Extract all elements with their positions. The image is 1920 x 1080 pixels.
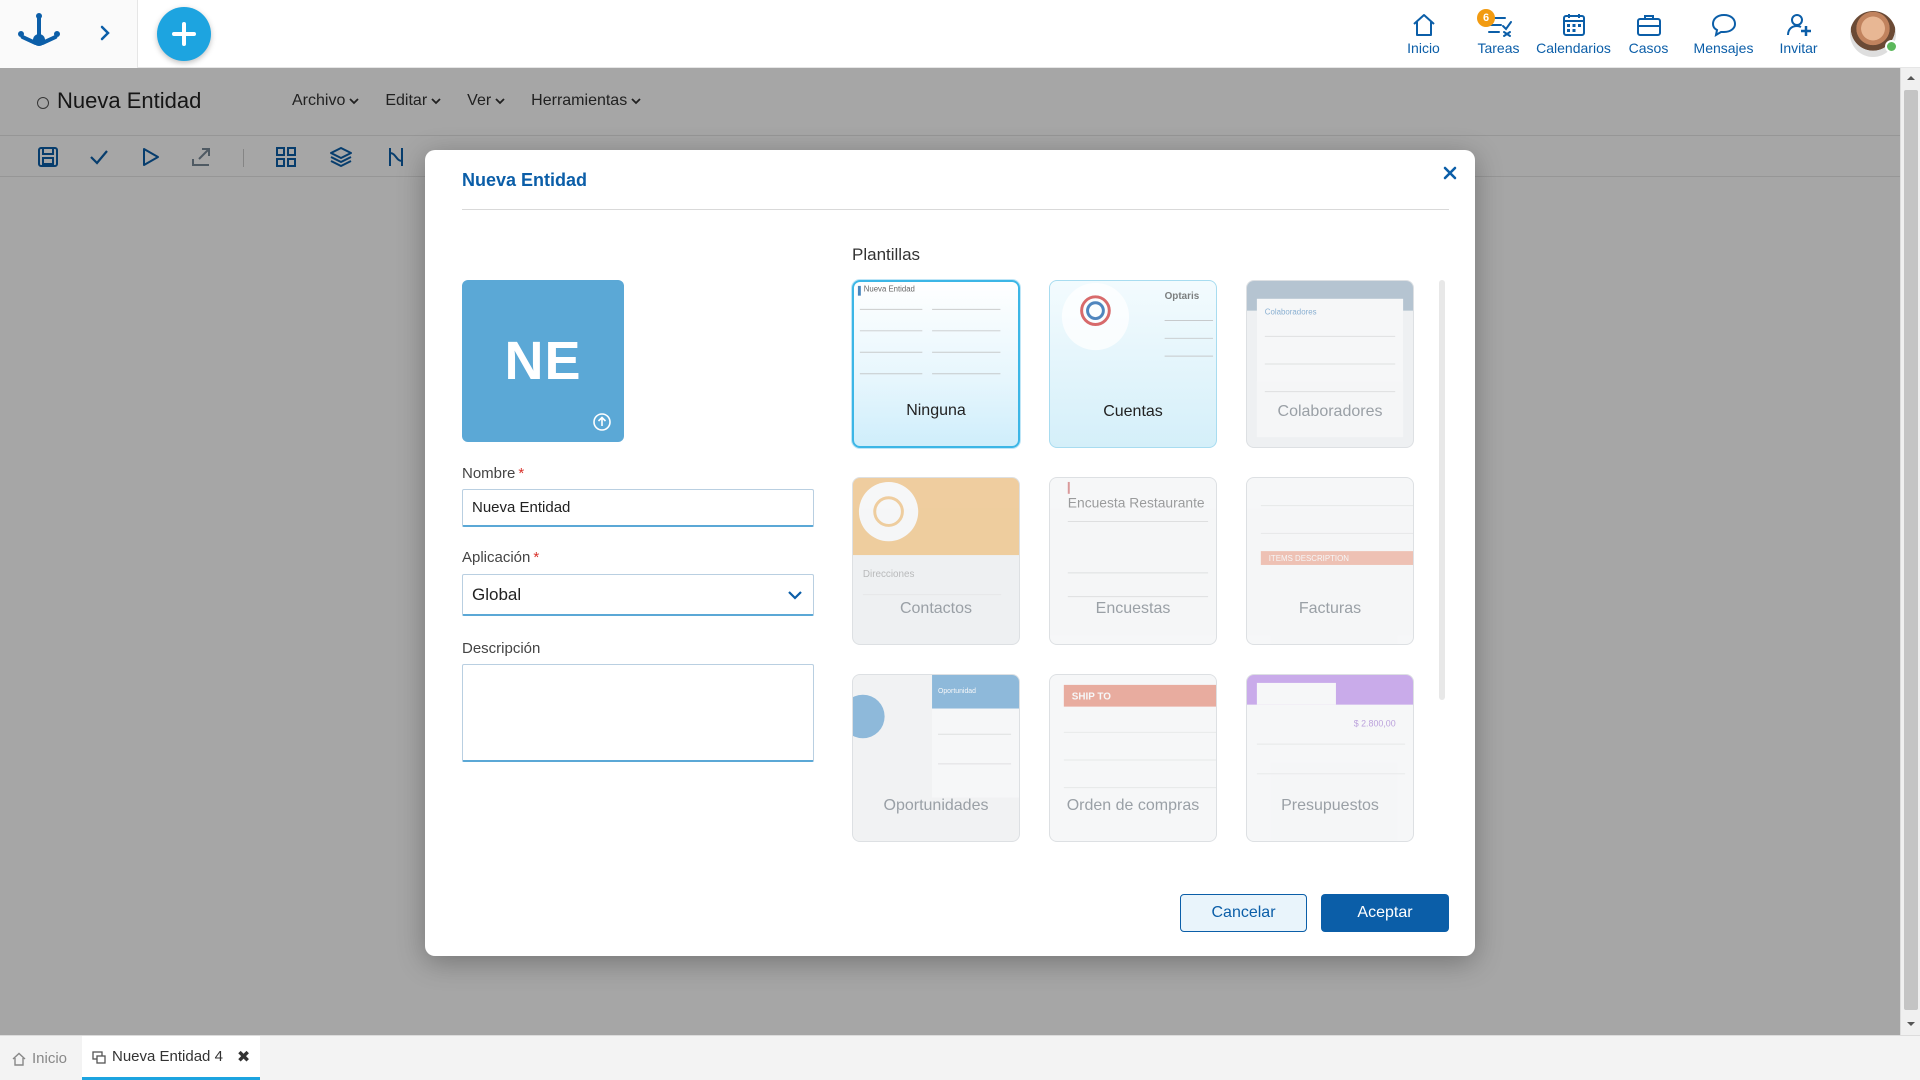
tasks-badge: 6 [1477,9,1495,27]
svg-text:ITEMS DESCRIPTION: ITEMS DESCRIPTION [1269,554,1350,563]
template-presupuestos[interactable]: $ 2.800,00 Presupuestos [1246,674,1414,842]
template-preview: Encuesta Restaurante [1050,478,1216,644]
accept-button[interactable]: Aceptar [1321,894,1449,932]
nav-invitar[interactable]: Invitar [1761,0,1836,68]
templates-heading: Plantillas [852,245,921,264]
svg-text:Optaris: Optaris [1165,291,1200,302]
template-preview: Optaris [1061,282,1214,357]
template-preview: ITEMS DESCRIPTION [1247,478,1413,644]
name-value: Nueva Entidad [472,499,571,516]
template-preview: Oportunidad [853,675,1019,841]
template-orden-de-compras[interactable]: SHIP TO Orden de compras [1049,674,1217,842]
template-encuestas[interactable]: Encuesta Restaurante Encuestas [1049,477,1217,645]
svg-text:Colaboradores: Colaboradores [1265,308,1317,317]
description-field[interactable] [462,664,814,762]
home-icon [12,1052,26,1066]
top-header: Inicio 6 Tareas Calendarios Casos Mensaj… [0,0,1920,68]
expand-chevron-icon[interactable] [94,22,116,44]
add-user-icon [1786,14,1811,36]
template-colaboradores[interactable]: Colaboradores Colaboradores [1246,280,1414,448]
template-preview: $ 2.800,00 [1247,675,1413,841]
nav-label: Mensajes [1693,40,1754,56]
nav-label: Tareas [1477,40,1520,56]
templates-scrollbar[interactable] [1439,280,1445,700]
entity-icon [92,1050,106,1064]
entity-avatar[interactable]: NE [462,280,624,442]
svg-text:$ 2.800,00: $ 2.800,00 [1354,718,1396,728]
application-label: Aplicación * [462,549,540,566]
close-icon[interactable] [1439,162,1461,184]
svg-text:SHIP TO: SHIP TO [1072,692,1111,703]
template-label: Encuestas [1095,600,1171,617]
scroll-down-icon[interactable] [1905,1018,1917,1030]
template-label: Oportunidades [883,797,989,814]
nav-label: Casos [1628,40,1669,56]
chat-icon [1711,13,1736,38]
template-label: Ninguna [906,402,966,419]
name-field[interactable]: Nueva Entidad [462,489,814,527]
template-label: Orden de compras [1066,797,1200,814]
dialog-title: Nueva Entidad [462,170,588,190]
template-preview: Colaboradores [1247,281,1413,438]
description-label: Descripción [462,640,541,657]
user-avatar[interactable] [1850,11,1898,57]
nav-inicio[interactable]: Inicio [1386,0,1461,68]
svg-text:Encuesta Restaurante: Encuesta Restaurante [1068,495,1205,511]
plus-icon [172,22,196,46]
tab-inicio[interactable]: Inicio [12,1036,67,1080]
bottom-tabbar: Inicio Nueva Entidad 4 ✖ [0,1035,1920,1080]
nav-tareas[interactable]: 6 Tareas [1461,0,1536,68]
template-cuentas[interactable]: Optaris Cuentas [1049,280,1217,448]
svg-text:Nueva Entidad: Nueva Entidad [864,285,915,294]
application-value: Global [472,584,522,604]
page-scrollbar[interactable] [1900,68,1920,1035]
template-label: Contactos [899,600,973,617]
template-facturas[interactable]: ITEMS DESCRIPTION Facturas [1246,477,1414,645]
template-preview: Nueva Entidad [857,285,1001,375]
template-label: Facturas [1298,600,1362,617]
template-preview: SHIP TO [1050,675,1216,841]
tab-label: Inicio [32,1050,68,1067]
svg-text:Direcciones: Direcciones [863,569,915,580]
scrollbar-thumb[interactable] [1904,90,1918,1010]
svg-text:Oportunidad: Oportunidad [938,688,976,695]
nav-mensajes[interactable]: Mensajes [1686,0,1761,68]
template-label: Colaboradores [1277,403,1383,420]
chevron-down-icon [788,590,802,600]
nav-label: Invitar [1779,40,1818,56]
nav-calendarios[interactable]: Calendarios [1536,0,1611,68]
avatar-initials: NE [504,331,582,391]
home-icon [1412,14,1435,36]
template-oportunidades[interactable]: Oportunidad Oportunidades [852,674,1020,842]
template-preview: Direcciones [853,478,1019,596]
close-tab-icon[interactable]: ✖ [237,1047,250,1067]
presence-indicator [1885,40,1898,53]
logo-icon[interactable] [16,12,62,54]
briefcase-icon [1636,15,1661,36]
template-label: Presupuestos [1281,797,1379,814]
dialog-divider [462,209,1449,210]
new-entity-dialog: Nueva Entidad NE Nombre * Nueva Entidad A… [425,150,1475,956]
template-ninguna[interactable]: Nueva Entidad Ninguna [852,280,1020,448]
calendar-icon [1562,14,1585,36]
name-label: Nombre * [462,465,525,482]
nav-label: Calendarios [1536,40,1611,56]
nav-casos[interactable]: Casos [1611,0,1686,68]
tab-nueva-entidad[interactable]: Nueva Entidad 4 ✖ [82,1036,260,1080]
template-contactos[interactable]: Direcciones Contactos [852,477,1020,645]
tab-label: Nueva Entidad 4 [112,1048,223,1065]
application-select[interactable]: Global [462,574,814,616]
template-label: Cuentas [1103,403,1163,420]
logo-area [0,0,138,68]
nav-label: Inicio [1407,40,1440,56]
add-button[interactable] [157,7,211,61]
scroll-up-icon[interactable] [1905,72,1917,84]
cancel-button[interactable]: Cancelar [1180,894,1307,932]
top-nav: Inicio 6 Tareas Calendarios Casos Mensaj… [1386,0,1898,68]
upload-icon[interactable] [592,412,612,432]
